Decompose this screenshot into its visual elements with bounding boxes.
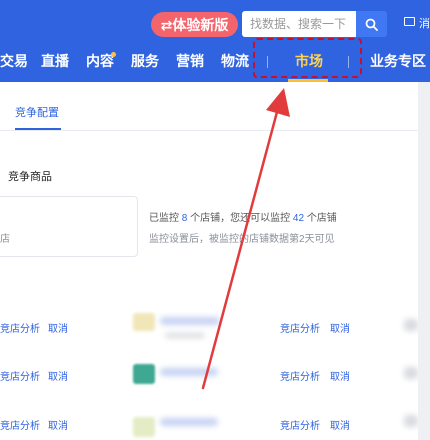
competitor-analysis-link[interactable]: 竞店分析 [280,368,320,383]
top-header: ⇄体验新版 消 交易 直播 内容 服务 营销 物流 市场 业务专区 [0,0,430,82]
new-dot-badge [111,52,116,57]
product-thumbnail [133,364,155,384]
cancel-link[interactable]: 取消 [48,417,68,432]
monitor-count-info: 已监控 8 个店铺，您还可以监控 42 个店铺 [149,213,337,224]
tab-competition-config[interactable]: 竞争配置 [15,104,59,120]
tab-divider [0,130,418,131]
nav-item-marketing[interactable]: 营销 [176,50,204,72]
main-content: 竞争配置 竞争商品 店 已监控 8 个店铺，您还可以监控 42 个店铺 监控设置… [0,82,418,440]
cancel-link[interactable]: 取消 [48,320,68,335]
market-highlight-box [253,38,362,78]
competitor-analysis-link[interactable]: 竞店分析 [0,320,40,335]
blurred-thumbnail [404,319,418,331]
nav-item-business-zone[interactable]: 业务专区 [370,50,426,72]
cancel-link[interactable]: 取消 [330,368,350,383]
competitor-analysis-link[interactable]: 竞店分析 [280,417,320,432]
competitor-analysis-link[interactable]: 竞店分析 [0,417,40,432]
product-thumbnail [133,313,155,331]
nav-item-logistics[interactable]: 物流 [221,50,249,72]
blurred-shop-name [160,368,218,376]
search-input[interactable] [250,17,356,31]
card-text: 店 [0,234,10,245]
monitored-count: 8 [181,213,188,224]
cancel-link[interactable]: 取消 [330,417,350,432]
remaining-count: 42 [292,213,305,224]
monitor-note: 监控设置后，被监控的店铺数据第2天可见 [149,234,335,245]
message-label[interactable]: 消 [419,15,430,31]
search-button[interactable] [356,11,387,37]
competitor-analysis-link[interactable]: 竞店分析 [280,320,320,335]
nav-item-service[interactable]: 服务 [131,50,159,72]
blurred-shop-name [160,317,220,325]
blurred-thumbnail [404,367,418,379]
blurred-thumbnail [404,415,418,427]
search-box[interactable] [242,11,356,37]
cancel-link[interactable]: 取消 [330,320,350,335]
nav-item-trade[interactable]: 交易 [0,50,28,72]
main-nav: 交易 直播 内容 服务 营销 物流 市场 业务专区 [0,50,430,72]
scrollbar[interactable] [418,82,430,440]
experience-new-version-button[interactable]: ⇄体验新版 [151,12,238,37]
section-title: 竞争商品 [8,171,52,183]
blurred-shop-meta [165,333,205,338]
product-thumbnail [133,417,155,437]
cancel-link[interactable]: 取消 [48,368,68,383]
monitor-card [0,196,138,257]
nav-item-live[interactable]: 直播 [41,50,69,72]
blurred-shop-name [160,418,218,426]
competitor-analysis-link[interactable]: 竞店分析 [0,368,40,383]
nav-item-content[interactable]: 内容 [86,50,114,72]
search-icon [365,18,378,31]
message-icon[interactable] [404,17,415,26]
